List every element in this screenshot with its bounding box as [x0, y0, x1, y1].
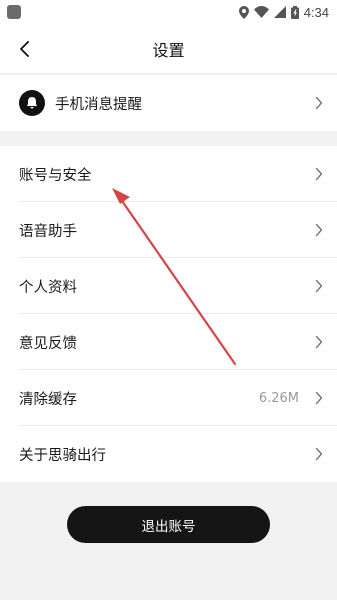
chevron-left-icon [20, 41, 29, 57]
settings-item-about[interactable]: 关于思骑出行 [0, 426, 337, 482]
settings-item-feedback[interactable]: 意见反馈 [0, 314, 337, 370]
settings-item-label: 意见反馈 [19, 335, 77, 352]
cache-size-value: 6.26M [258, 390, 299, 406]
status-icons: 4:34 [238, 4, 329, 20]
notification-label: 手机消息提醒 [55, 96, 142, 113]
settings-item-label: 清除缓存 [19, 391, 77, 408]
chevron-right-icon [315, 335, 323, 349]
settings-item-voice-assistant[interactable]: 语音助手 [0, 202, 337, 258]
bell-icon [19, 90, 45, 116]
nav-bar: 设置 [0, 24, 337, 74]
chevron-right-icon [315, 279, 323, 293]
notification-group: 手机消息提醒 [0, 75, 337, 131]
settings-item-account-security[interactable]: 账号与安全 [0, 146, 337, 202]
page-title: 设置 [152, 40, 185, 60]
settings-item-clear-cache[interactable]: 清除缓存 6.26M [0, 370, 337, 426]
notification-square-icon [7, 5, 21, 19]
battery-icon [290, 5, 299, 19]
settings-item-label: 个人资料 [19, 279, 77, 296]
settings-item-label: 语音助手 [19, 223, 77, 240]
logout-button[interactable]: 退出账号 [67, 506, 270, 543]
notification-settings-row[interactable]: 手机消息提醒 [0, 75, 337, 131]
chevron-right-icon [315, 223, 323, 237]
location-icon [238, 5, 249, 19]
settings-item-label: 账号与安全 [19, 167, 92, 184]
chevron-right-icon [315, 96, 323, 110]
settings-item-profile[interactable]: 个人资料 [0, 258, 337, 314]
settings-item-label: 关于思骑出行 [19, 447, 106, 464]
status-bar: 4:34 [0, 0, 337, 24]
clock: 4:34 [303, 4, 329, 20]
signal-icon [273, 6, 286, 18]
chevron-right-icon [315, 167, 323, 181]
wifi-icon [253, 6, 269, 18]
logout-area: 退出账号 [0, 486, 337, 600]
chevron-right-icon [315, 391, 323, 405]
chevron-right-icon [315, 447, 323, 461]
settings-list: 账号与安全 语音助手 个人资料 意见反馈 清除缓存 6.26M 关于思骑出行 [0, 146, 337, 482]
back-button[interactable] [10, 34, 40, 64]
